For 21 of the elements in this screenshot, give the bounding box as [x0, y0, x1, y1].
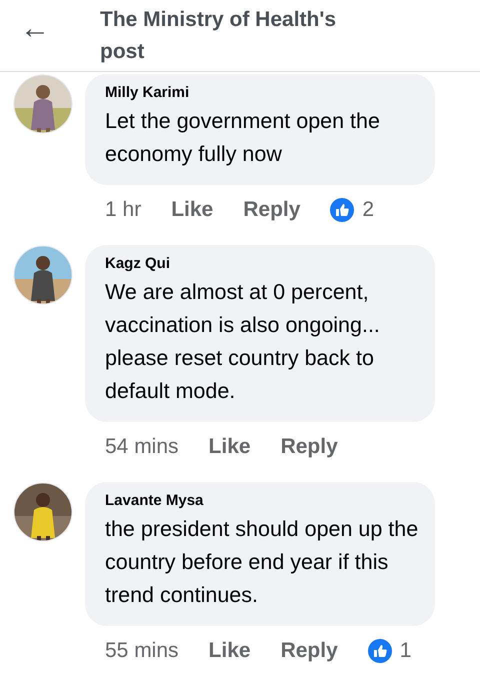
comment-text: We are almost at 0 percent, vaccination is also ongoing... please reset country back to default mode.	[105, 279, 381, 405]
reaction-count: 2	[362, 198, 374, 222]
like-button[interactable]: Like	[208, 639, 251, 663]
back-button[interactable]: ←	[0, 14, 70, 44]
thumbs-up-icon	[330, 198, 354, 222]
timestamp: 55 mins	[105, 639, 179, 663]
page-title: The Ministry of Health's post	[100, 7, 338, 65]
timestamp: 1 hr	[105, 198, 142, 222]
comment-text: the president should open up the country before end year if this trend continues.	[105, 516, 420, 609]
reply-button[interactable]: Reply	[280, 435, 338, 459]
comment-text: Let the government open the economy fully now	[105, 108, 381, 168]
author-name: Kagz Qui	[105, 255, 172, 272]
thumbs-up-icon	[368, 639, 392, 663]
reply-button[interactable]: Reply	[280, 639, 338, 663]
reaction-count: 1	[400, 639, 412, 663]
timestamp: 54 mins	[105, 435, 179, 459]
author-name: Milly Karimi	[105, 84, 190, 101]
like-button[interactable]: Like	[171, 198, 214, 222]
author-name: Lavante Mysa	[105, 492, 204, 509]
like-button[interactable]: Like	[208, 435, 251, 459]
reply-button[interactable]: Reply	[243, 198, 300, 222]
